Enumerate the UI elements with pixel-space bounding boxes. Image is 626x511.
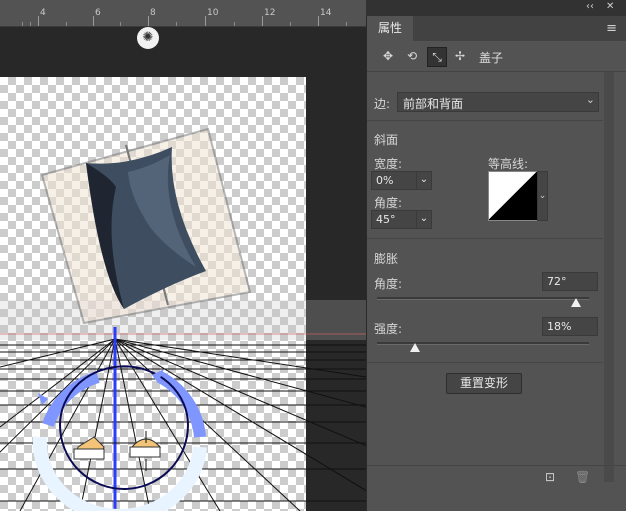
bevel-angle-value: 45° (376, 213, 396, 226)
inflate-angle-slider[interactable] (377, 297, 589, 300)
side-dropdown[interactable]: 前部和背面 ⌄ (397, 92, 599, 112)
contour-curve (489, 172, 537, 220)
panel-scrollbar[interactable] (604, 72, 614, 482)
bevel-width-label: 宽度: (374, 157, 403, 171)
properties-panel: 属性 ≡ ✥ ⟲ ⤡ ✢ 盖子 边: 前部和背面 ⌄ 斜面 宽度: 0% ⌄ 等… (366, 16, 626, 511)
cap-base-left (73, 448, 105, 460)
ruler-tick: 14 (320, 8, 332, 18)
inflate-heading: 膨胀 (374, 252, 399, 266)
contour-preview[interactable] (488, 171, 538, 221)
inflate-strength-value: 18% (547, 320, 572, 333)
bevel-width-input[interactable]: 0% (371, 171, 417, 190)
ruler-tick: 8 (150, 8, 156, 18)
inflate-strength-label: 强度: (374, 322, 403, 336)
inflate-strength-slider-thumb[interactable] (410, 343, 421, 352)
close-panel-button[interactable]: ✕ (606, 1, 614, 12)
panel-menu-icon[interactable]: ≡ (606, 21, 617, 36)
3d-scene[interactable] (0, 27, 366, 511)
ruler-tick: 10 (207, 8, 219, 18)
ruler-tick: 12 (264, 8, 276, 18)
widget-arrow-left (38, 393, 48, 405)
inflate-strength-slider[interactable] (377, 342, 589, 345)
tab-properties[interactable]: 属性 (367, 16, 413, 41)
delete-icon[interactable]: 🗑 (575, 470, 590, 484)
active-mode-caption: 盖子 (479, 51, 504, 65)
bevel-angle-input[interactable]: 45° (371, 210, 417, 229)
panel-footer: ⊡ 🗑 (367, 465, 626, 491)
side-label: 边: (374, 97, 391, 111)
reset-deformation-button[interactable]: 重置变形 (446, 373, 522, 394)
inflate-angle-slider-thumb[interactable] (571, 298, 582, 307)
bevel-width-value: 0% (376, 174, 394, 187)
collapse-panels-button[interactable]: ‹‹ (586, 1, 594, 12)
inflate-strength-input[interactable]: 18% (542, 317, 598, 336)
horizontal-ruler: 4 6 8 10 12 14 (0, 0, 366, 27)
render-icon[interactable]: ⊡ (545, 470, 555, 484)
chevron-down-icon: ⌄ (419, 174, 429, 185)
document-canvas[interactable]: ✺ (0, 27, 366, 511)
divider (367, 120, 603, 121)
divider (367, 238, 603, 239)
side-dropdown-value: 前部和背面 (403, 97, 464, 111)
bevel-heading: 斜面 (374, 133, 399, 147)
bevel-angle-stepper[interactable]: ⌄ (416, 210, 432, 229)
contour-dropdown-button[interactable]: ⌄ (537, 171, 548, 221)
divider (367, 362, 603, 363)
inflate-angle-input[interactable]: 72° (542, 272, 598, 291)
ruler-tick: 6 (95, 8, 101, 18)
bevel-width-stepper[interactable]: ⌄ (416, 171, 432, 190)
bevel-angle-label: 角度: (374, 196, 403, 210)
coordinates-icon[interactable]: ✢ (451, 47, 469, 65)
contour-label: 等高线: (488, 157, 529, 171)
inflate-angle-value: 72° (547, 275, 567, 288)
light-icon[interactable]: ✺ (137, 27, 159, 49)
inflate-angle-label: 角度: (374, 277, 403, 291)
deform-icon[interactable]: ⟲ (403, 47, 421, 65)
panel-title-bar: ‹‹ ✕ (366, 0, 626, 16)
mesh-icon[interactable]: ✥ (379, 47, 397, 65)
properties-mode-icons: ✥ ⟲ ⤡ ✢ 盖子 (367, 41, 626, 72)
chevron-down-icon: ⌄ (585, 93, 595, 106)
chevron-down-icon: ⌄ (419, 213, 429, 224)
cap-icon[interactable]: ⤡ (427, 47, 447, 67)
ruler-tick: 4 (40, 8, 46, 18)
panel-tab-bar: 属性 ≡ (367, 16, 626, 41)
cap-base-right (129, 446, 161, 458)
rotate-right-handle[interactable] (157, 371, 206, 438)
